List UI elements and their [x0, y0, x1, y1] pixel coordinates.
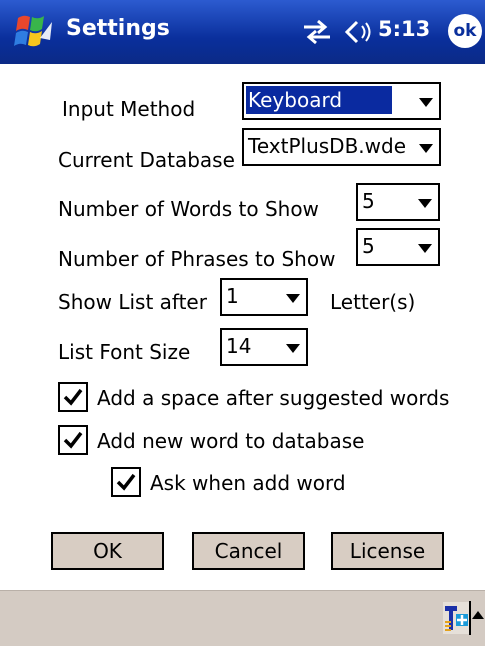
add-new-word-label[interactable]: Add new word to database — [97, 429, 364, 453]
current-database-select[interactable]: TextPlusDB.wde — [242, 128, 441, 166]
ok-close-icon[interactable]: ok — [448, 14, 482, 48]
list-font-size-value: 14 — [226, 334, 252, 358]
input-method-select[interactable]: Keyboard — [242, 82, 441, 120]
phrases-to-show-label: Number of Phrases to Show — [58, 247, 336, 271]
chevron-down-icon — [419, 98, 433, 107]
ok-button[interactable]: OK — [51, 532, 164, 570]
add-space-label[interactable]: Add a space after suggested words — [97, 386, 449, 410]
chevron-down-icon — [286, 294, 300, 303]
title-bar: Settings 5:13 ok — [0, 0, 485, 64]
input-method-label: Input Method — [62, 97, 196, 121]
show-list-after-select[interactable]: 1 — [220, 278, 308, 316]
volume-icon[interactable] — [343, 18, 373, 46]
words-to-show-select[interactable]: 5 — [356, 183, 440, 221]
checkmark-icon — [63, 431, 83, 449]
clock[interactable]: 5:13 — [378, 17, 430, 41]
license-button[interactable]: License — [331, 532, 444, 570]
words-to-show-label: Number of Words to Show — [58, 197, 319, 221]
input-method-value: Keyboard — [246, 86, 393, 114]
cancel-button[interactable]: Cancel — [192, 532, 305, 570]
letters-label: Letter(s) — [330, 290, 416, 314]
words-to-show-value: 5 — [362, 189, 375, 213]
chevron-up-icon[interactable] — [472, 611, 484, 619]
checkmark-icon — [63, 388, 83, 406]
show-list-after-value: 1 — [226, 284, 239, 308]
current-database-label: Current Database — [58, 148, 235, 172]
phrases-to-show-select[interactable]: 5 — [356, 228, 440, 266]
list-font-size-select[interactable]: 14 — [220, 328, 308, 366]
add-new-word-checkbox[interactable] — [58, 425, 88, 455]
list-font-size-label: List Font Size — [58, 340, 191, 364]
add-space-checkbox[interactable] — [58, 382, 88, 412]
menu-bar — [0, 590, 485, 646]
window-title: Settings — [66, 16, 170, 41]
chevron-down-icon — [418, 199, 432, 208]
current-database-value: TextPlusDB.wde — [248, 134, 406, 158]
input-panel-icon[interactable] — [443, 602, 469, 634]
phrases-to-show-value: 5 — [362, 234, 375, 258]
checkmark-icon — [116, 473, 136, 491]
chevron-down-icon — [419, 144, 433, 153]
ask-when-add-checkbox[interactable] — [111, 467, 141, 497]
chevron-down-icon — [418, 244, 432, 253]
ask-when-add-label[interactable]: Ask when add word — [150, 471, 346, 495]
connectivity-icon[interactable] — [300, 18, 334, 46]
chevron-down-icon — [286, 344, 300, 353]
divider — [469, 601, 471, 635]
windows-start-icon[interactable] — [10, 12, 54, 52]
show-list-after-label: Show List after — [58, 290, 207, 314]
